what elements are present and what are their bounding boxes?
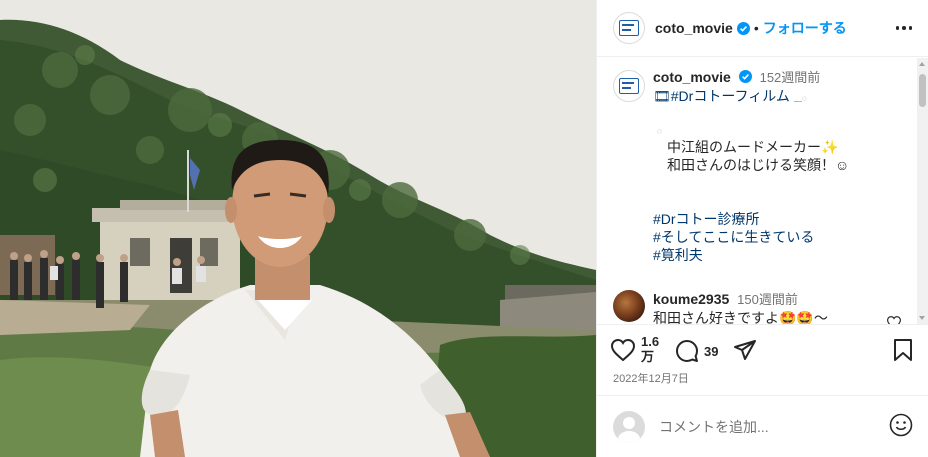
comment-body: koume2935 150週間前 和田さん好きですよ🤩🤩〜 xyxy=(653,290,913,324)
share-button[interactable] xyxy=(733,339,757,361)
comment-count[interactable]: 39 xyxy=(704,344,718,359)
action-bar: 1.6 万 39 xyxy=(597,324,928,374)
caption-body: coto_movie 152週間前 🎞#Drコトーフィルム ﹏◌ ◌ 中江組のム… xyxy=(653,68,913,264)
post-photo[interactable] xyxy=(0,0,596,457)
hashtag-link[interactable]: 🎞#Drコトーフィルム xyxy=(653,88,790,104)
post-header: coto_movie • フォローする xyxy=(597,0,928,57)
commenter-avatar[interactable] xyxy=(613,290,645,322)
scroll-thumb[interactable] xyxy=(919,74,926,107)
like-count-value: 1.6 xyxy=(641,334,660,349)
save-button[interactable] xyxy=(893,339,913,361)
comment-like-button[interactable] xyxy=(886,316,902,324)
decor-text: ﹏◌ xyxy=(793,94,807,103)
verified-badge-icon xyxy=(736,21,750,35)
comment-text: 和田さん好きですよ🤩🤩〜 xyxy=(653,310,828,324)
more-dot xyxy=(902,26,906,30)
comment-row: koume2935 150週間前 和田さん好きですよ🤩🤩〜 xyxy=(597,290,928,324)
coto-logo-icon xyxy=(619,20,639,36)
add-comment-bar xyxy=(597,395,928,457)
comment-time[interactable]: 150週間前 xyxy=(737,292,798,307)
add-comment-input[interactable] xyxy=(659,418,859,435)
verified-badge-icon xyxy=(738,70,752,83)
comment-username[interactable]: koume2935 xyxy=(653,291,729,307)
separator-dot: • xyxy=(753,20,759,36)
account-avatar[interactable] xyxy=(613,12,645,44)
like-count[interactable]: 1.6 万 xyxy=(641,334,659,364)
like-button[interactable] xyxy=(611,339,635,361)
like-count-unit: 万 xyxy=(641,349,655,364)
heart-small-icon xyxy=(886,316,902,324)
comments-scrollbar[interactable] xyxy=(917,58,928,324)
hashtag-link[interactable]: #そしてここに生きている xyxy=(653,228,913,246)
follow-button[interactable]: フォローする xyxy=(763,18,847,38)
smiley-icon xyxy=(889,413,913,437)
account-username[interactable]: coto_movie xyxy=(655,20,733,36)
coto-logo-icon xyxy=(619,78,639,94)
scroll-down-arrow-icon[interactable] xyxy=(919,316,925,320)
emoji-button[interactable] xyxy=(889,413,913,440)
scroll-up-arrow-icon[interactable] xyxy=(919,62,925,66)
more-dot xyxy=(908,26,912,30)
caption-avatar[interactable] xyxy=(613,70,645,102)
more-horizontal-icon xyxy=(895,26,899,30)
current-user-avatar[interactable] xyxy=(613,410,645,443)
more-options-button[interactable] xyxy=(894,20,915,36)
hashtag-link[interactable]: #Drコトー診療所 xyxy=(653,210,913,228)
caption-username[interactable]: coto_movie xyxy=(653,69,731,85)
comment-button[interactable] xyxy=(675,339,699,363)
paper-plane-icon xyxy=(734,340,756,360)
hashtag-link[interactable]: #筧利夫 xyxy=(653,246,913,264)
decor-mark: ◌ xyxy=(657,127,662,136)
caption-text-1: 中江組のムードメーカー✨ xyxy=(667,139,839,155)
photo-scene xyxy=(0,0,596,457)
caption-row: coto_movie 152週間前 🎞#Drコトーフィルム ﹏◌ ◌ 中江組のム… xyxy=(597,58,928,264)
comments-list[interactable]: coto_movie 152週間前 🎞#Drコトーフィルム ﹏◌ ◌ 中江組のム… xyxy=(597,58,928,324)
caption-time[interactable]: 152週間前 xyxy=(760,70,821,85)
post-date[interactable]: 2022年12月7日 xyxy=(613,370,689,386)
heart-icon xyxy=(611,339,635,361)
caption-line-hashtag: 🎞#Drコトーフィルム ﹏◌ xyxy=(653,87,913,108)
caption-text-2: 和田さんのはじける笑顔！☺ xyxy=(667,157,850,173)
post-side-panel: coto_movie • フォローする coto_movie 152週間前 🎞#… xyxy=(596,0,928,457)
comment-bubble-icon xyxy=(676,340,698,362)
bookmark-icon xyxy=(894,339,912,361)
